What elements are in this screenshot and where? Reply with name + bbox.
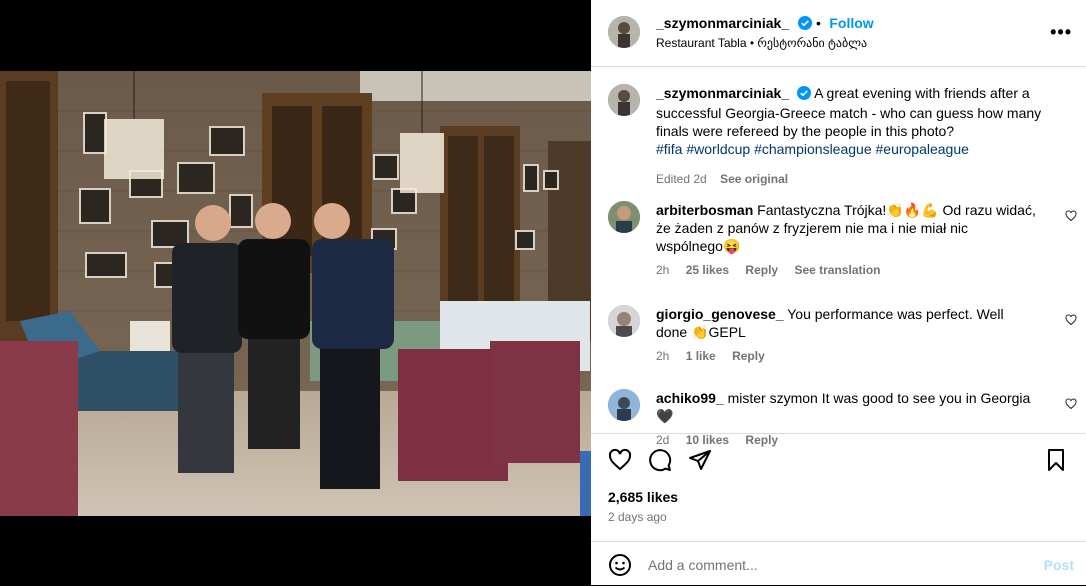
reply-button[interactable]: Reply xyxy=(745,433,778,447)
post-header: _szymonmarciniak_ • Follow Restaurant Ta… xyxy=(591,0,1086,67)
post-location[interactable]: Restaurant Tabla • რესტორანი ტაბლა xyxy=(656,36,867,50)
comment-username[interactable]: giorgio_genovese_ xyxy=(656,306,784,322)
comment-like-heart-icon[interactable] xyxy=(1065,209,1077,227)
comment-item: achiko99_ mister szymon It was good to s… xyxy=(608,389,1077,447)
media-panel xyxy=(0,0,591,585)
bookmark-icon[interactable] xyxy=(1044,448,1068,477)
commenter-avatar[interactable] xyxy=(608,389,640,421)
commenter-avatar[interactable] xyxy=(608,305,640,337)
more-icon[interactable]: ••• xyxy=(1050,22,1072,43)
post-details-panel: _szymonmarciniak_ • Follow Restaurant Ta… xyxy=(591,0,1086,585)
comment-likes[interactable]: 25 likes xyxy=(686,263,729,277)
post-timestamp: 2 days ago xyxy=(608,510,667,524)
comment-likes[interactable]: 1 like xyxy=(686,349,716,363)
see-original-link[interactable]: See original xyxy=(720,172,788,186)
heart-icon[interactable] xyxy=(608,448,632,477)
hashtag-championsleague[interactable]: #championsleague xyxy=(754,141,872,157)
follow-button[interactable]: Follow xyxy=(829,15,873,31)
comment-age: 2d xyxy=(656,433,670,447)
author-avatar[interactable] xyxy=(608,16,640,48)
comment-item: arbiterbosman Fantastyczna Trójka!👏🔥💪 Od… xyxy=(608,201,1077,281)
comment-age: 2h xyxy=(656,349,670,363)
comment-meta: 2h 1 like Reply xyxy=(656,347,1036,365)
post-photo[interactable] xyxy=(0,71,591,516)
comment-like-heart-icon[interactable] xyxy=(1065,313,1077,331)
comment-body: arbiterbosman Fantastyczna Trójka!👏🔥💪 Od… xyxy=(656,201,1036,279)
share-icon[interactable] xyxy=(688,448,712,477)
likes-count[interactable]: 2,685 likes xyxy=(608,489,678,505)
verified-badge-icon xyxy=(797,16,812,35)
photo-image xyxy=(0,71,591,516)
verified-badge-icon xyxy=(796,86,811,104)
comment-username[interactable]: achiko99_ xyxy=(656,390,724,406)
comment-username[interactable]: arbiterbosman xyxy=(656,202,753,218)
caption-username[interactable]: _szymonmarciniak_ xyxy=(656,85,789,101)
actions-divider xyxy=(591,433,1086,434)
caption-avatar[interactable] xyxy=(608,84,640,116)
add-comment-row: Add a comment... Post xyxy=(591,541,1086,586)
comment-body: achiko99_ mister szymon It was good to s… xyxy=(656,389,1036,449)
post-comment-button[interactable]: Post xyxy=(1044,557,1074,573)
comment-body: giorgio_genovese_ You performance was pe… xyxy=(656,305,1036,365)
separator-dot: • xyxy=(815,15,821,31)
hashtag-fifa[interactable]: #fifa xyxy=(656,141,682,157)
emoji-icon[interactable] xyxy=(608,553,632,582)
add-comment-input[interactable]: Add a comment... xyxy=(648,557,758,573)
post-caption: _szymonmarciniak_ A great evening with f… xyxy=(656,84,1056,188)
commenter-avatar[interactable] xyxy=(608,201,640,233)
comment-icon[interactable] xyxy=(648,448,672,477)
reply-button[interactable]: Reply xyxy=(732,349,765,363)
edited-label: Edited xyxy=(656,172,691,186)
comment-likes[interactable]: 10 likes xyxy=(686,433,729,447)
comment-like-heart-icon[interactable] xyxy=(1065,397,1077,415)
hashtag-worldcup[interactable]: #worldcup xyxy=(686,141,750,157)
see-translation-link[interactable]: See translation xyxy=(794,263,880,277)
caption-age: 2d xyxy=(693,172,707,186)
comment-age: 2h xyxy=(656,263,670,277)
author-username[interactable]: _szymonmarciniak_ xyxy=(656,15,789,31)
hashtag-europaleague[interactable]: #europaleague xyxy=(876,141,969,157)
caption-meta: Edited 2d See original xyxy=(656,170,1056,188)
comment-meta: 2h 25 likes Reply See translation xyxy=(656,261,1036,279)
reply-button[interactable]: Reply xyxy=(745,263,778,277)
comment-item: giorgio_genovese_ You performance was pe… xyxy=(608,305,1077,365)
